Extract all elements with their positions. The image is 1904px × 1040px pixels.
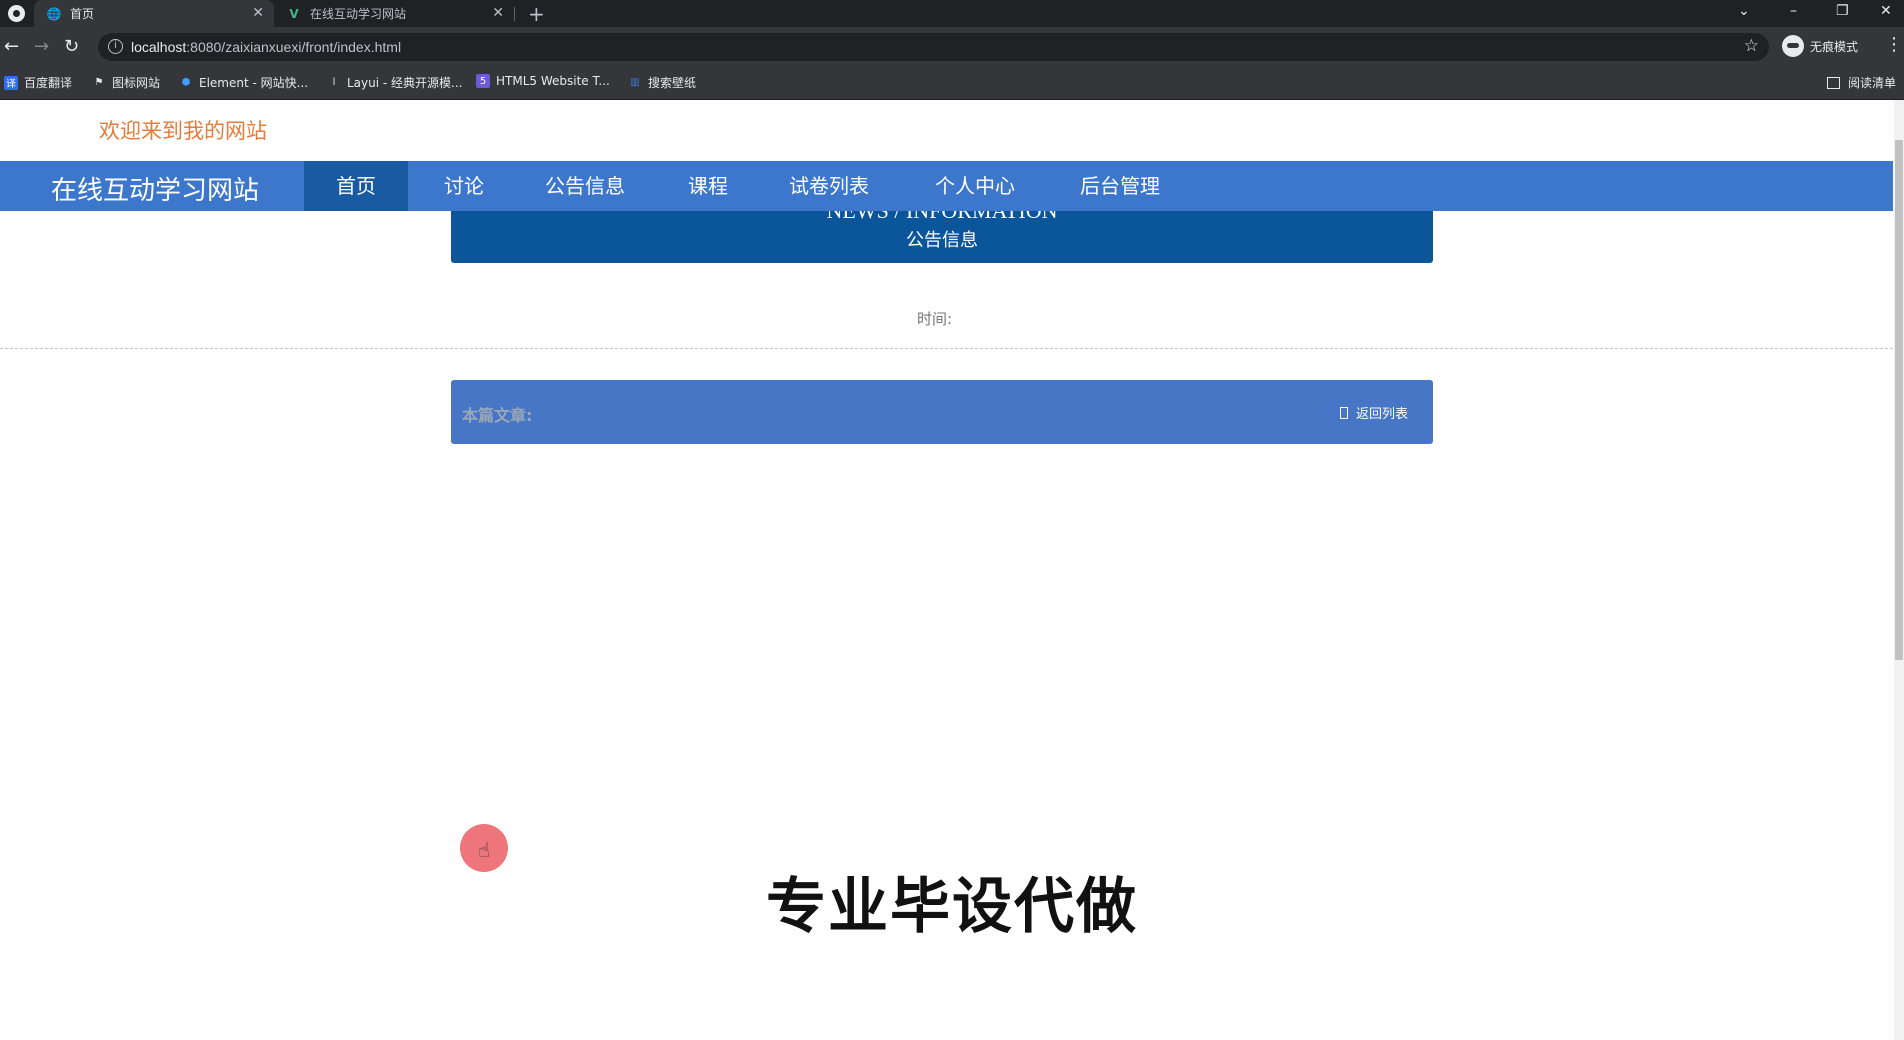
bookmark-label: Element - 网站快... xyxy=(199,76,309,90)
bookmark-star-icon[interactable]: ☆ xyxy=(1744,36,1759,56)
close-tab-icon[interactable]: ✕ xyxy=(252,5,264,21)
bookmark-item[interactable]: 译 百度翻译 xyxy=(4,74,72,91)
video-overlay-caption: 专业毕设代做 xyxy=(766,872,1138,942)
globe-icon: 🌐 xyxy=(46,6,62,21)
news-header-cn: 公告信息 xyxy=(906,230,978,251)
bookmark-label: HTML5 Website T... xyxy=(496,74,610,88)
back-to-list-link[interactable]: 返回列表 xyxy=(1339,403,1408,422)
tab-search-icon[interactable]: ⌄ xyxy=(1738,3,1750,19)
bookmark-label: 搜索壁纸 xyxy=(648,76,697,90)
bookmark-item[interactable]: 5 HTML5 Website T... xyxy=(476,74,610,88)
bookmark-item[interactable]: ▥ 搜索壁纸 xyxy=(628,74,696,91)
menu-kebab-icon[interactable]: ⋮ xyxy=(1885,34,1903,55)
incognito-profile[interactable]: 无痕模式 xyxy=(1782,35,1858,57)
news-header-en: NEWS / INFORMATION xyxy=(451,211,1433,224)
new-tab-icon[interactable]: + xyxy=(528,2,545,26)
bookmarks-bar: 译 百度翻译 ⚑ 图标网站 ⬢ Element - 网站快... l Layui… xyxy=(0,67,1904,100)
back-arrow-icon[interactable]: ← xyxy=(4,36,19,57)
welcome-text: 欢迎来到我的网站 xyxy=(99,119,267,143)
translate-icon: 译 xyxy=(4,75,18,90)
bookmark-label: Layui - 经典开源模... xyxy=(347,76,463,90)
bookmark-label: 百度翻译 xyxy=(24,76,73,90)
bookmark-item[interactable]: l Layui - 经典开源模... xyxy=(327,74,463,91)
tab-home[interactable]: 🌐 首页 ✕ xyxy=(34,0,274,27)
site-info-icon[interactable]: i xyxy=(108,39,123,54)
bookmark-item[interactable]: ⬢ Element - 网站快... xyxy=(179,74,308,91)
close-tab-icon[interactable]: ✕ xyxy=(492,5,504,21)
article-label: 本篇文章: xyxy=(462,406,533,425)
nav-personal-center[interactable]: 个人中心 xyxy=(935,161,1015,211)
nav-announcements[interactable]: 公告信息 xyxy=(545,161,625,211)
nav-home[interactable]: 首页 xyxy=(304,161,408,211)
dashed-divider xyxy=(0,348,1893,349)
document-icon xyxy=(1339,406,1348,419)
site-brand[interactable]: 在线互动学习网站 xyxy=(51,170,259,207)
minimize-icon[interactable]: – xyxy=(1790,3,1797,19)
restore-icon[interactable]: ❐ xyxy=(1836,3,1849,19)
bookmark-label: 图标网站 xyxy=(112,76,161,90)
tab-separator xyxy=(514,7,515,21)
forward-arrow-icon[interactable]: → xyxy=(34,36,49,57)
nav-admin[interactable]: 后台管理 xyxy=(1080,161,1160,211)
reload-icon[interactable]: ↻ xyxy=(64,36,79,57)
browser-logo-icon xyxy=(8,5,25,22)
address-toolbar: ← → ↻ i localhost:8080/zaixianxuexi/fron… xyxy=(0,27,1904,67)
url-bar[interactable]: i localhost:8080/zaixianxuexi/front/inde… xyxy=(98,33,1769,61)
nav-courses[interactable]: 课程 xyxy=(688,161,728,211)
flag-icon: ⚑ xyxy=(94,77,104,88)
back-to-list-label: 返回列表 xyxy=(1355,407,1408,422)
tab-title: 在线互动学习网站 xyxy=(310,7,407,21)
reading-list[interactable]: 阅读清单 xyxy=(1826,74,1896,91)
site-navbar: 在线互动学习网站 首页 讨论 公告信息 课程 试卷列表 个人中心 后台管理 xyxy=(0,161,1893,211)
article-bar: 本篇文章: 返回列表 xyxy=(451,380,1433,444)
news-header: NEWS / INFORMATION 公告信息 xyxy=(451,211,1433,263)
vue-icon: V xyxy=(289,6,299,21)
url-text[interactable]: localhost:8080/zaixianxuexi/front/index.… xyxy=(131,39,401,55)
tab-title: 首页 xyxy=(70,7,95,21)
tab-site[interactable]: V 在线互动学习网站 ✕ xyxy=(274,0,514,27)
wallpaper-icon: ▥ xyxy=(630,77,640,88)
layui-icon: l xyxy=(332,77,336,88)
incognito-icon xyxy=(1782,35,1804,57)
reading-list-label: 阅读清单 xyxy=(1847,76,1896,90)
close-window-icon[interactable]: ✕ xyxy=(1880,3,1892,19)
browser-tab-bar: 🌐 首页 ✕ V 在线互动学习网站 ✕ + ⌄ – ❐ ✕ xyxy=(0,0,1904,27)
reading-list-icon xyxy=(1826,76,1840,89)
scrollbar-thumb[interactable] xyxy=(1895,140,1903,660)
nav-exam-list[interactable]: 试卷列表 xyxy=(789,161,869,211)
bookmark-item[interactable]: ⚑ 图标网站 xyxy=(92,74,161,91)
element-icon: ⬢ xyxy=(181,77,191,88)
html5-icon: 5 xyxy=(476,74,490,88)
nav-discussion[interactable]: 讨论 xyxy=(444,161,484,211)
time-label: 时间: xyxy=(917,310,953,328)
profile-label: 无痕模式 xyxy=(1810,39,1859,54)
